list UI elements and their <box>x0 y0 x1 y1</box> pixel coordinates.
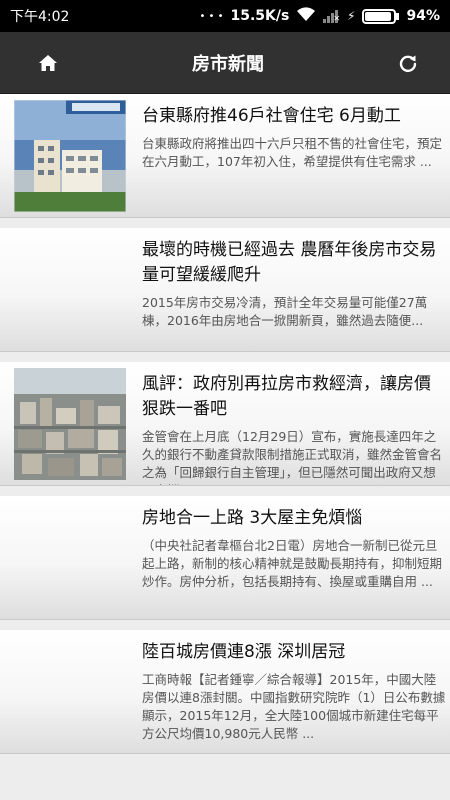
home-button[interactable] <box>34 49 62 77</box>
news-item[interactable]: 陸百城房價連8漲 深圳居冠 工商時報【記者鍾寧／綜合報導】2015年，中國大陸房… <box>0 630 450 754</box>
page-title: 房市新聞 <box>192 53 264 75</box>
article-photo-placeholder <box>14 502 126 614</box>
article-summary: 台東縣政府將推出四十六戶只租不售的社會住宅，預定在六月動工，107年初入住，希望… <box>142 136 443 169</box>
refresh-icon <box>399 55 417 72</box>
article-summary: （中央社記者韋樞台北2日電）房地合一新制已從元旦起上路，新制的核心精神就是鼓勵長… <box>142 538 443 589</box>
refresh-button[interactable] <box>394 49 422 77</box>
no-signal-mark: ✕ <box>333 14 341 23</box>
battery-percent: 94% <box>406 8 440 24</box>
status-indicators: • • • 15.5K/s ✕ ⚡ 94% <box>199 6 440 26</box>
news-item[interactable]: 台東縣府推46戶社會住宅 6月動工 台東縣政府將推出四十六戶只租不售的社會住宅，… <box>0 94 450 218</box>
wifi-icon <box>296 6 316 26</box>
article-summary: 金管會在上月底（12月29日）宣布，實施長達四年之久的銀行不動產貸款限制措施正式… <box>142 429 443 485</box>
article-summary: 2015年房市交易冷清，預計全年交易量可能僅27萬棟，2016年由房地合一掀開新… <box>142 295 428 328</box>
article-title: 最壞的時機已經過去 農曆年後房市交易量可望緩緩爬升 <box>142 240 437 285</box>
article-photo-placeholder <box>14 234 126 346</box>
network-speed: 15.5K/s <box>230 8 290 24</box>
app-bar: 房市新聞 <box>0 32 450 94</box>
status-bar: 下午4:02 • • • 15.5K/s ✕ ⚡ 94% <box>0 0 450 32</box>
status-time: 下午4:02 <box>10 9 70 25</box>
news-item[interactable]: 風評：政府別再拉房市救經濟，讓房價狠跌一番吧 金管會在上月底（12月29日）宣布… <box>0 362 450 486</box>
article-title: 風評：政府別再拉房市救經濟，讓房價狠跌一番吧 <box>142 374 431 419</box>
news-list: 台東縣府推46戶社會住宅 6月動工 台東縣政府將推出四十六戶只租不售的社會住宅，… <box>0 94 450 800</box>
article-title: 房地合一上路 3大屋主免煩惱 <box>142 508 363 528</box>
news-item[interactable]: 最壞的時機已經過去 農曆年後房市交易量可望緩緩爬升 2015年房市交易冷清，預計… <box>0 228 450 352</box>
article-photo-building <box>14 100 126 212</box>
signal-icon: ✕ <box>323 9 340 23</box>
article-photo-cityscape <box>14 368 126 480</box>
article-summary: 工商時報【記者鍾寧／綜合報導】2015年，中國大陸房價以連8漲封關。中國指數研究… <box>142 672 446 741</box>
notification-dots: • • • <box>199 10 224 22</box>
charging-icon: ⚡ <box>347 9 356 23</box>
battery-icon <box>362 8 400 24</box>
article-title: 陸百城房價連8漲 深圳居冠 <box>142 642 346 662</box>
article-title: 台東縣府推46戶社會住宅 6月動工 <box>142 106 401 126</box>
article-photo-placeholder <box>14 636 126 748</box>
home-icon <box>39 54 57 71</box>
news-item[interactable]: 房地合一上路 3大屋主免煩惱 （中央社記者韋樞台北2日電）房地合一新制已從元旦起… <box>0 496 450 620</box>
